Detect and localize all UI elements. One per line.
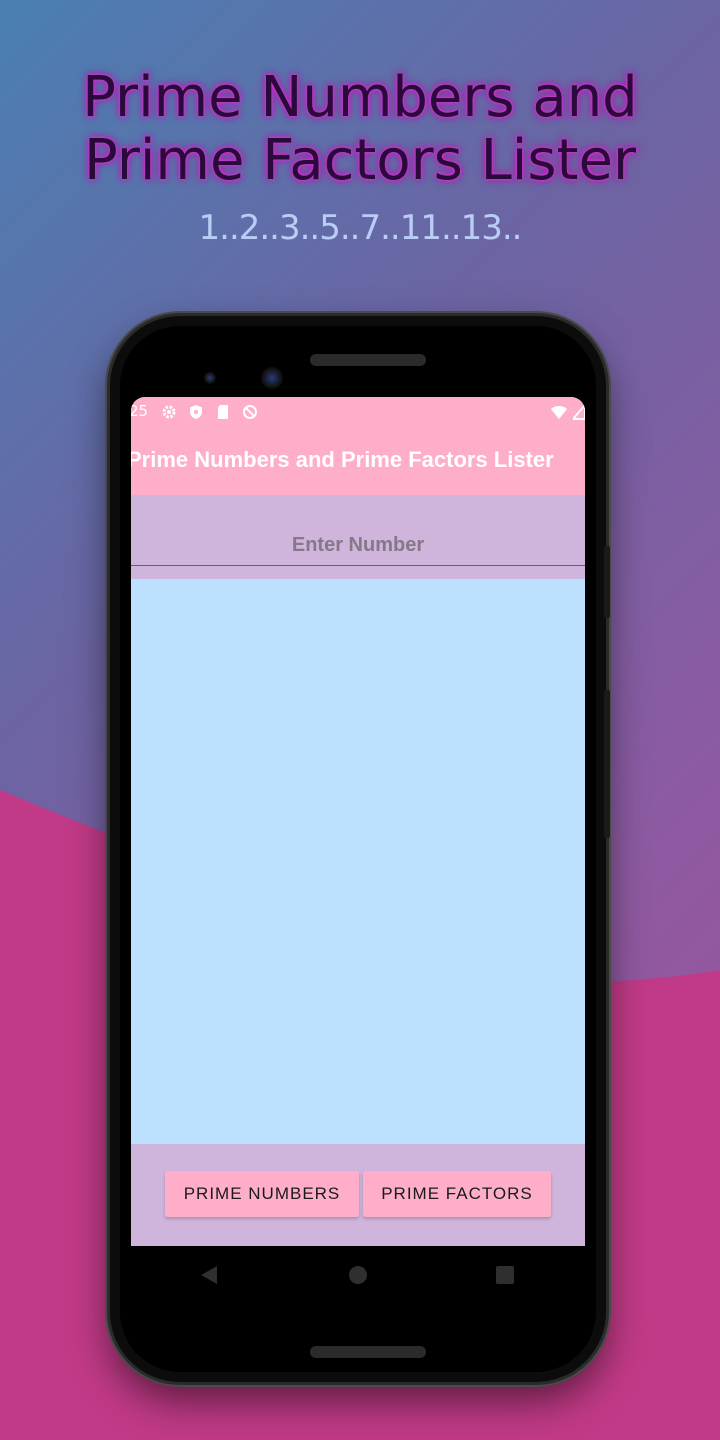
front-camera-icon — [261, 367, 283, 389]
gear-icon — [162, 405, 176, 419]
no-sync-icon — [243, 405, 257, 419]
status-bar: 25 — [131, 397, 585, 427]
back-icon[interactable] — [199, 1264, 219, 1286]
app-screen: 25 Prime Numbers and Prime Factors Liste… — [131, 397, 585, 1246]
buttons-area: PRIME NUMBERS PRIME FACTORS — [131, 1144, 585, 1246]
signal-icon — [570, 403, 585, 420]
number-input[interactable] — [131, 525, 585, 566]
bottom-speaker — [310, 1346, 426, 1358]
shield-icon — [190, 405, 202, 419]
status-time: 25 — [131, 402, 149, 420]
input-area — [131, 495, 585, 577]
app-bar: Prime Numbers and Prime Factors Lister — [131, 427, 585, 495]
status-icons — [161, 404, 258, 420]
volume-button — [604, 546, 610, 618]
sd-card-icon — [218, 405, 228, 419]
home-icon[interactable] — [348, 1264, 368, 1286]
promo-title: Prime Numbers and Prime Factors Lister — [0, 66, 720, 192]
app-title: Prime Numbers and Prime Factors Lister — [131, 447, 554, 472]
recents-icon[interactable] — [495, 1264, 515, 1286]
wifi-icon — [551, 406, 568, 419]
power-button — [604, 690, 610, 838]
proximity-sensor-icon — [204, 372, 216, 384]
navigation-bar — [131, 1246, 585, 1306]
promo-subtitle: 1..2..3..5..7..11..13.. — [198, 208, 523, 248]
status-right-icons — [550, 403, 585, 424]
prime-factors-button[interactable]: PRIME FACTORS — [363, 1171, 551, 1217]
promo-title-line2: Prime Factors Lister — [84, 128, 636, 193]
prime-numbers-button[interactable]: PRIME NUMBERS — [165, 1171, 359, 1217]
promo-title-line1: Prime Numbers and — [82, 65, 638, 130]
results-panel[interactable] — [131, 579, 585, 1144]
earpiece-speaker — [310, 354, 426, 366]
